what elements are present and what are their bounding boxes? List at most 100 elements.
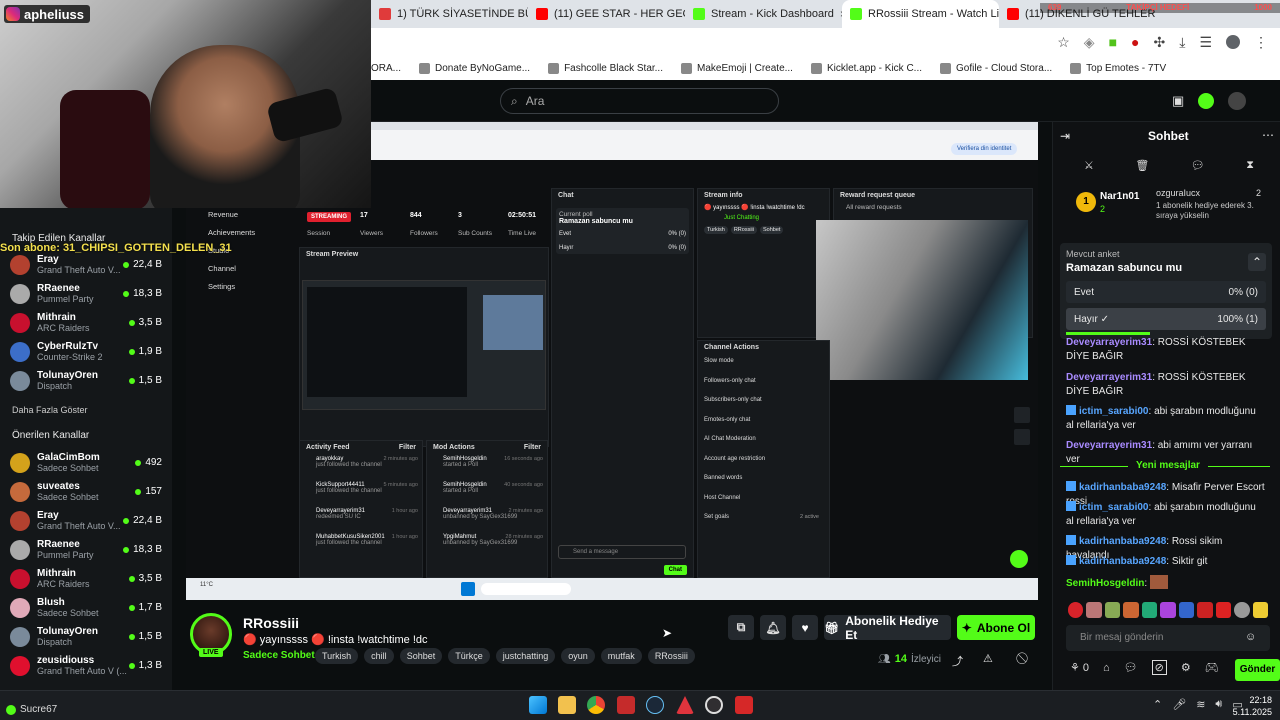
sidebar-channel[interactable]: suveates Sadece Sohbet 157 bbox=[0, 477, 172, 506]
stream-tag[interactable]: mutfak bbox=[600, 648, 642, 664]
app-red-icon[interactable] bbox=[735, 696, 753, 714]
chat-more-icon[interactable]: ⋯ bbox=[1262, 128, 1274, 142]
profile-icon[interactable] bbox=[1226, 35, 1240, 49]
sidebar-channel[interactable]: Mithrain ARC Raiders 3,5 B bbox=[0, 564, 172, 593]
chat-username[interactable]: ictim_sarabi00 bbox=[1079, 406, 1149, 417]
speech-icon[interactable]: 💬︎ bbox=[1191, 159, 1205, 172]
poll-option-hayir[interactable]: Hayır ✓ 100% (1) bbox=[1066, 308, 1266, 330]
sidebar-channel[interactable]: CyberRulzTv Counter-Strike 2 1,9 B bbox=[0, 337, 172, 366]
browser-tab[interactable]: Stream - Kick Dashboard× bbox=[685, 0, 842, 28]
kick-points-icon[interactable]: ⚘ 0 bbox=[1070, 661, 1089, 674]
chevron-up-icon[interactable]: ⌃ bbox=[1153, 698, 1162, 711]
media-app-icon[interactable] bbox=[617, 696, 635, 714]
sidebar-channel[interactable]: zeusidiouss Grand Theft Auto V (... 1,3 B bbox=[0, 651, 172, 680]
stream-tag[interactable]: RRossiii bbox=[647, 648, 695, 664]
channel-action-item[interactable]: Emotes-only chat bbox=[698, 413, 829, 433]
mic-icon[interactable]: 🎤︎ bbox=[1172, 698, 1186, 711]
search-input[interactable]: ⌕ Ara bbox=[500, 88, 779, 114]
controller-icon[interactable]: 🎮︎ bbox=[1205, 661, 1219, 674]
chat-bubble-icon[interactable]: 💬︎ bbox=[1124, 661, 1138, 674]
chat-username[interactable]: kadirhanbaba9248 bbox=[1079, 536, 1166, 547]
trash-icon[interactable]: 🗑︎ bbox=[1135, 159, 1149, 172]
subscribe-button[interactable]: ✦ Abone Ol bbox=[957, 615, 1035, 640]
opera-icon[interactable]: ● bbox=[1131, 34, 1139, 50]
hourglass-icon[interactable]: ⧗ bbox=[1246, 159, 1254, 172]
poll-collapse-icon[interactable]: ⌃ bbox=[1248, 253, 1266, 271]
browser-tab[interactable]: RRossiii Stream - Watch Liv× bbox=[842, 0, 999, 28]
stream-tag[interactable]: Türkçe bbox=[448, 648, 490, 664]
windows-start-icon[interactable] bbox=[529, 696, 547, 714]
clock[interactable]: 22:18 5.11.2025 bbox=[1226, 694, 1272, 718]
channel-action-item[interactable]: Slow mode bbox=[698, 354, 829, 374]
bookmark-item[interactable]: Donate ByNoGame... bbox=[419, 62, 530, 74]
show-more-link[interactable]: Daha Fazla Göster bbox=[0, 405, 88, 415]
channel-action-item[interactable]: Subscribers-only chat bbox=[698, 393, 829, 413]
stream-tag[interactable]: justchatting bbox=[495, 648, 556, 664]
tv-icon[interactable]: ▣ bbox=[1172, 93, 1184, 109]
extension-icon-green[interactable]: ■ bbox=[1109, 34, 1117, 50]
dashboard-nav-item[interactable]: Settings bbox=[208, 282, 235, 291]
wifi-icon[interactable]: ≋ bbox=[1196, 698, 1205, 711]
chat-username[interactable]: kadirhanbaba9248 bbox=[1079, 482, 1166, 493]
extension-icon[interactable]: ◈ bbox=[1084, 34, 1095, 51]
pin-off-icon[interactable]: ⊘ bbox=[1151, 660, 1167, 675]
sidebar-channel[interactable]: RRaenee Pummel Party 18,3 B bbox=[0, 279, 172, 308]
bookmark-item[interactable]: Fashcolle Black Star... bbox=[548, 62, 663, 74]
user-avatar[interactable] bbox=[1228, 92, 1247, 110]
bookmark-item[interactable]: Top Emotes - 7TV bbox=[1070, 62, 1166, 74]
channel-action-item[interactable]: Followers-only chat bbox=[698, 374, 829, 394]
volume-icon[interactable]: 🔊︎ bbox=[1215, 698, 1222, 711]
more-icon[interactable]: ⋮ bbox=[1254, 34, 1268, 51]
bookmark-item[interactable]: Gofile - Cloud Stora... bbox=[940, 62, 1052, 74]
bookmark-item[interactable]: ORA... bbox=[371, 63, 401, 74]
stream-tag[interactable]: oyun bbox=[561, 648, 595, 664]
sidebar-channel[interactable]: Eray Grand Theft Auto V... 22,4 B bbox=[0, 506, 172, 535]
chat-username[interactable]: SemihHosgeldin bbox=[1066, 578, 1144, 589]
steam-icon[interactable] bbox=[646, 696, 664, 714]
address-bar[interactable]: ☆ ◈ ■ ● ✣ ⤓ ☰ ⋮ bbox=[371, 28, 1280, 56]
chat-username[interactable]: Deveyarrayerim31 bbox=[1066, 372, 1152, 383]
channel-action-item[interactable]: AI Chat Moderation bbox=[698, 432, 829, 452]
chrome-icon[interactable] bbox=[587, 696, 605, 714]
sidebar-channel[interactable]: Eray Grand Theft Auto V... 22,4 B bbox=[0, 250, 172, 279]
channel-action-item[interactable]: Account age restriction bbox=[698, 452, 829, 472]
bookmark-item[interactable]: MakeEmoji | Create... bbox=[681, 62, 793, 74]
mute-icon[interactable]: 🚫︎ bbox=[1015, 652, 1029, 665]
channel-action-item[interactable]: Host Channel bbox=[698, 491, 829, 511]
settings-icon[interactable]: ⚙ bbox=[1181, 661, 1191, 674]
notification-bell-button[interactable]: 🔔︎ bbox=[760, 615, 786, 640]
emoji-icon[interactable]: ☺ bbox=[1245, 631, 1256, 643]
channel-action-item[interactable]: Set goals 2 active bbox=[698, 510, 829, 530]
streamer-name[interactable]: RRossiii bbox=[243, 615, 299, 631]
chat-username[interactable]: ictim_sarabi00 bbox=[1079, 502, 1149, 513]
download-icon[interactable]: ⤓ bbox=[1179, 34, 1185, 51]
send-button[interactable]: Gönder bbox=[1235, 659, 1280, 681]
kick-logo-icon[interactable] bbox=[1198, 93, 1215, 109]
collapse-chat-icon[interactable]: ⇥ bbox=[1060, 129, 1070, 143]
browser-tab[interactable]: (11) GEE STAR - HER GECE - Yo× bbox=[528, 0, 685, 28]
clip-button[interactable]: ⧉ bbox=[728, 615, 754, 640]
menu-icon[interactable]: ☰ bbox=[1199, 34, 1212, 51]
star-icon[interactable]: ☆ bbox=[1057, 34, 1070, 51]
stream-tag[interactable]: Sohbet bbox=[399, 648, 443, 664]
browser-tab[interactable]: 1) TÜRK SİYASETİNDE BÜYÜK× bbox=[371, 0, 528, 28]
sidebar-channel[interactable]: TolunayOren Dispatch 1,5 B bbox=[0, 622, 172, 651]
stream-category[interactable]: Sadece Sohbet bbox=[243, 650, 315, 661]
sword-icon[interactable]: ⚔ bbox=[1084, 159, 1094, 172]
sidebar-channel[interactable]: TolunayOren Dispatch 1,5 B bbox=[0, 366, 172, 395]
dashboard-nav-item[interactable]: Achievements bbox=[208, 228, 255, 237]
channel-action-item[interactable]: Banned words bbox=[698, 471, 829, 491]
dashboard-nav-item[interactable]: Revenue bbox=[208, 210, 238, 219]
follow-heart-button[interactable]: ♥ bbox=[792, 615, 818, 640]
chat-username[interactable]: Deveyarrayerim31 bbox=[1066, 337, 1152, 348]
sidebar-channel[interactable]: RRaenee Pummel Party 18,3 B bbox=[0, 535, 172, 564]
obs-icon[interactable] bbox=[705, 696, 723, 714]
chat-username[interactable]: Deveyarrayerim31 bbox=[1066, 440, 1152, 451]
bookmark-item[interactable]: Kicklet.app - Kick C... bbox=[810, 62, 922, 74]
stream-tag[interactable]: chill bbox=[364, 648, 394, 664]
share-icon[interactable]: ⤴ bbox=[952, 653, 963, 669]
poll-option-evet[interactable]: Evet 0% (0) bbox=[1066, 281, 1266, 303]
gift-sub-button[interactable]: 🎁︎ Abonelik Hediye Et bbox=[824, 614, 951, 642]
sidebar-channel[interactable]: Blush Sadece Sohbet 1,7 B bbox=[0, 593, 172, 622]
file-explorer-icon[interactable] bbox=[558, 696, 576, 714]
